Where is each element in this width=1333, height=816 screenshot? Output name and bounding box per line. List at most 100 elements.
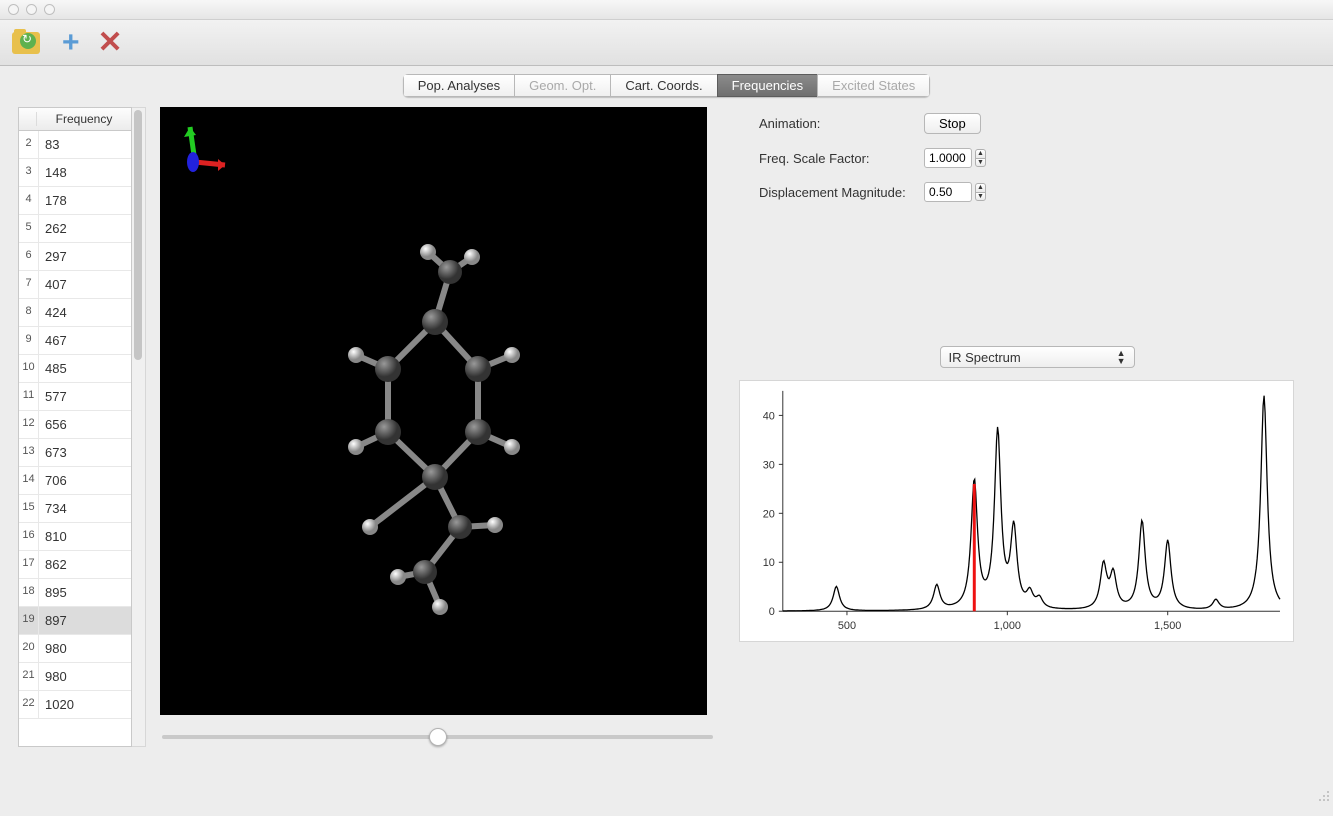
displacement-stepper[interactable]: ▲▼ xyxy=(975,183,986,201)
svg-text:500: 500 xyxy=(838,620,856,632)
ir-spectrum-chart[interactable]: 0 10 20 30 40 500 1,000 1,500 xyxy=(739,380,1294,642)
table-row[interactable]: 4178 xyxy=(19,187,131,215)
svg-text:30: 30 xyxy=(763,459,775,471)
table-row[interactable]: 3148 xyxy=(19,159,131,187)
axes-gizmo xyxy=(160,107,230,177)
row-index: 4 xyxy=(19,187,39,214)
row-value: 407 xyxy=(39,271,131,298)
row-value: 577 xyxy=(39,383,131,410)
table-row[interactable]: 15734 xyxy=(19,495,131,523)
table-row[interactable]: 8424 xyxy=(19,299,131,327)
zoom-window-icon[interactable] xyxy=(44,4,55,15)
row-index: 7 xyxy=(19,271,39,298)
displacement-input[interactable] xyxy=(924,182,972,202)
row-index: 14 xyxy=(19,467,39,494)
row-index: 3 xyxy=(19,159,39,186)
tab-excited-states: Excited States xyxy=(817,74,930,97)
tab-bar: Pop. AnalysesGeom. Opt.Cart. Coords.Freq… xyxy=(0,66,1333,101)
row-index: 13 xyxy=(19,439,39,466)
table-row[interactable]: 5262 xyxy=(19,215,131,243)
table-row[interactable]: 12656 xyxy=(19,411,131,439)
table-row[interactable]: 9467 xyxy=(19,327,131,355)
row-value: 467 xyxy=(39,327,131,354)
molecule-viewer[interactable] xyxy=(160,107,707,715)
row-value: 980 xyxy=(39,663,131,690)
row-value: 83 xyxy=(39,131,131,158)
toolbar: + ✕ xyxy=(0,20,1333,66)
row-index: 18 xyxy=(19,579,39,606)
svg-text:10: 10 xyxy=(763,557,775,569)
table-row[interactable]: 7407 xyxy=(19,271,131,299)
row-value: 262 xyxy=(39,215,131,242)
tab-cart-coords[interactable]: Cart. Coords. xyxy=(610,74,716,97)
window-titlebar xyxy=(0,0,1333,20)
table-row[interactable]: 21980 xyxy=(19,663,131,691)
frequency-table[interactable]: Frequency 283314841785262629774078424946… xyxy=(18,107,132,747)
table-row[interactable]: 11577 xyxy=(19,383,131,411)
remove-button[interactable]: ✕ xyxy=(98,29,123,57)
row-index: 16 xyxy=(19,523,39,550)
row-value: 980 xyxy=(39,635,131,662)
row-index: 19 xyxy=(19,607,39,634)
spectrum-select-label: IR Spectrum xyxy=(949,350,1021,365)
row-value: 897 xyxy=(39,607,131,634)
table-row[interactable]: 13673 xyxy=(19,439,131,467)
row-index: 9 xyxy=(19,327,39,354)
scale-factor-stepper[interactable]: ▲▼ xyxy=(975,149,986,167)
row-value: 810 xyxy=(39,523,131,550)
table-row[interactable]: 19897 xyxy=(19,607,131,635)
table-row[interactable]: 10485 xyxy=(19,355,131,383)
close-window-icon[interactable] xyxy=(8,4,19,15)
table-row[interactable]: 16810 xyxy=(19,523,131,551)
svg-text:0: 0 xyxy=(769,606,775,618)
row-value: 148 xyxy=(39,159,131,186)
svg-text:1,000: 1,000 xyxy=(994,620,1021,632)
animation-slider[interactable] xyxy=(162,735,713,739)
table-row[interactable]: 14706 xyxy=(19,467,131,495)
tab-frequencies[interactable]: Frequencies xyxy=(717,74,818,97)
row-index: 17 xyxy=(19,551,39,578)
scale-factor-input[interactable] xyxy=(924,148,972,168)
frequency-scrollbar[interactable] xyxy=(132,107,146,747)
tab-pop-analyses[interactable]: Pop. Analyses xyxy=(403,74,514,97)
tab-geom-opt: Geom. Opt. xyxy=(514,74,610,97)
open-folder-button[interactable] xyxy=(12,29,44,57)
scrollbar-thumb[interactable] xyxy=(134,110,142,360)
frequency-table-panel: Frequency 283314841785262629774078424946… xyxy=(18,107,146,747)
scale-factor-label: Freq. Scale Factor: xyxy=(759,151,924,166)
table-row[interactable]: 20980 xyxy=(19,635,131,663)
table-row[interactable]: 17862 xyxy=(19,551,131,579)
row-index: 11 xyxy=(19,383,39,410)
animation-stop-button[interactable]: Stop xyxy=(924,113,981,134)
resize-grip-icon[interactable] xyxy=(1316,788,1330,802)
row-value: 424 xyxy=(39,299,131,326)
row-index: 12 xyxy=(19,411,39,438)
animation-label: Animation: xyxy=(759,116,924,131)
row-index: 10 xyxy=(19,355,39,382)
row-value: 656 xyxy=(39,411,131,438)
row-value: 706 xyxy=(39,467,131,494)
row-index: 8 xyxy=(19,299,39,326)
svg-text:1,500: 1,500 xyxy=(1154,620,1181,632)
table-row[interactable]: 221020 xyxy=(19,691,131,719)
row-value: 673 xyxy=(39,439,131,466)
row-value: 485 xyxy=(39,355,131,382)
table-row[interactable]: 6297 xyxy=(19,243,131,271)
row-index: 21 xyxy=(19,663,39,690)
add-button[interactable]: + xyxy=(62,29,80,57)
chevron-updown-icon: ▲▼ xyxy=(1117,349,1126,365)
table-row[interactable]: 18895 xyxy=(19,579,131,607)
row-value: 734 xyxy=(39,495,131,522)
spectrum-type-select[interactable]: IR Spectrum ▲▼ xyxy=(940,346,1135,368)
minimize-window-icon[interactable] xyxy=(26,4,37,15)
table-row[interactable]: 283 xyxy=(19,131,131,159)
row-value: 862 xyxy=(39,551,131,578)
row-index: 5 xyxy=(19,215,39,242)
frequency-table-header: Frequency xyxy=(19,108,131,131)
row-index: 20 xyxy=(19,635,39,662)
row-index: 22 xyxy=(19,691,39,718)
svg-text:20: 20 xyxy=(763,508,775,520)
row-value: 1020 xyxy=(39,691,131,718)
svg-text:40: 40 xyxy=(763,410,775,422)
row-index: 6 xyxy=(19,243,39,270)
